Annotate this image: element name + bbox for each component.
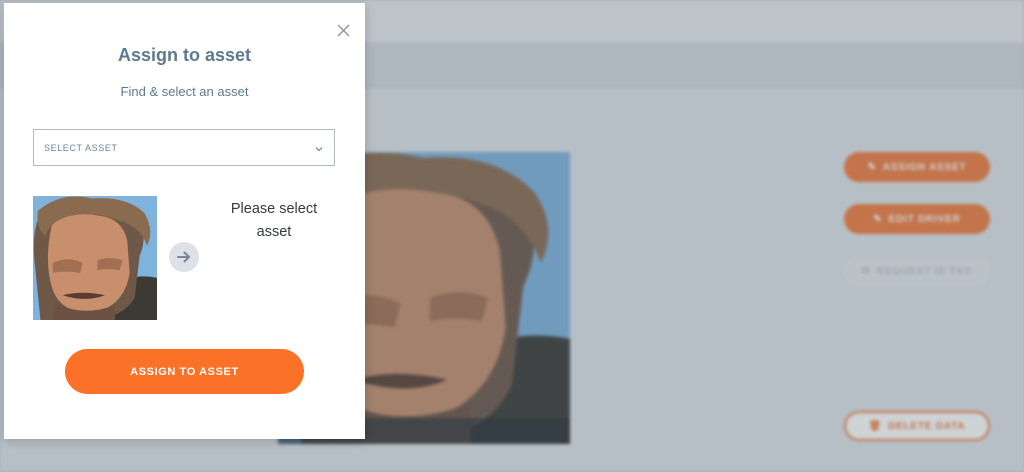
- close-button[interactable]: [332, 19, 354, 41]
- driver-face-image: [33, 196, 157, 320]
- selected-asset-placeholder: Please select asset: [230, 201, 318, 240]
- driver-face-photo: [33, 196, 157, 320]
- arrow-right-icon: [177, 251, 190, 263]
- assign-to-asset-modal: Assign to asset Find & select an asset S…: [4, 3, 365, 439]
- close-icon: [337, 24, 349, 36]
- chevron-down-icon: [315, 147, 323, 152]
- asset-select-placeholder: SELECT ASSET: [44, 142, 118, 153]
- modal-subtitle: Find & select an asset: [120, 84, 249, 99]
- asset-select-dropdown[interactable]: SELECT ASSET: [33, 129, 335, 166]
- arrow-indicator: [169, 242, 199, 272]
- modal-title: Assign to asset: [117, 45, 252, 65]
- assign-to-asset-button[interactable]: ASSIGN TO ASSET: [65, 349, 304, 394]
